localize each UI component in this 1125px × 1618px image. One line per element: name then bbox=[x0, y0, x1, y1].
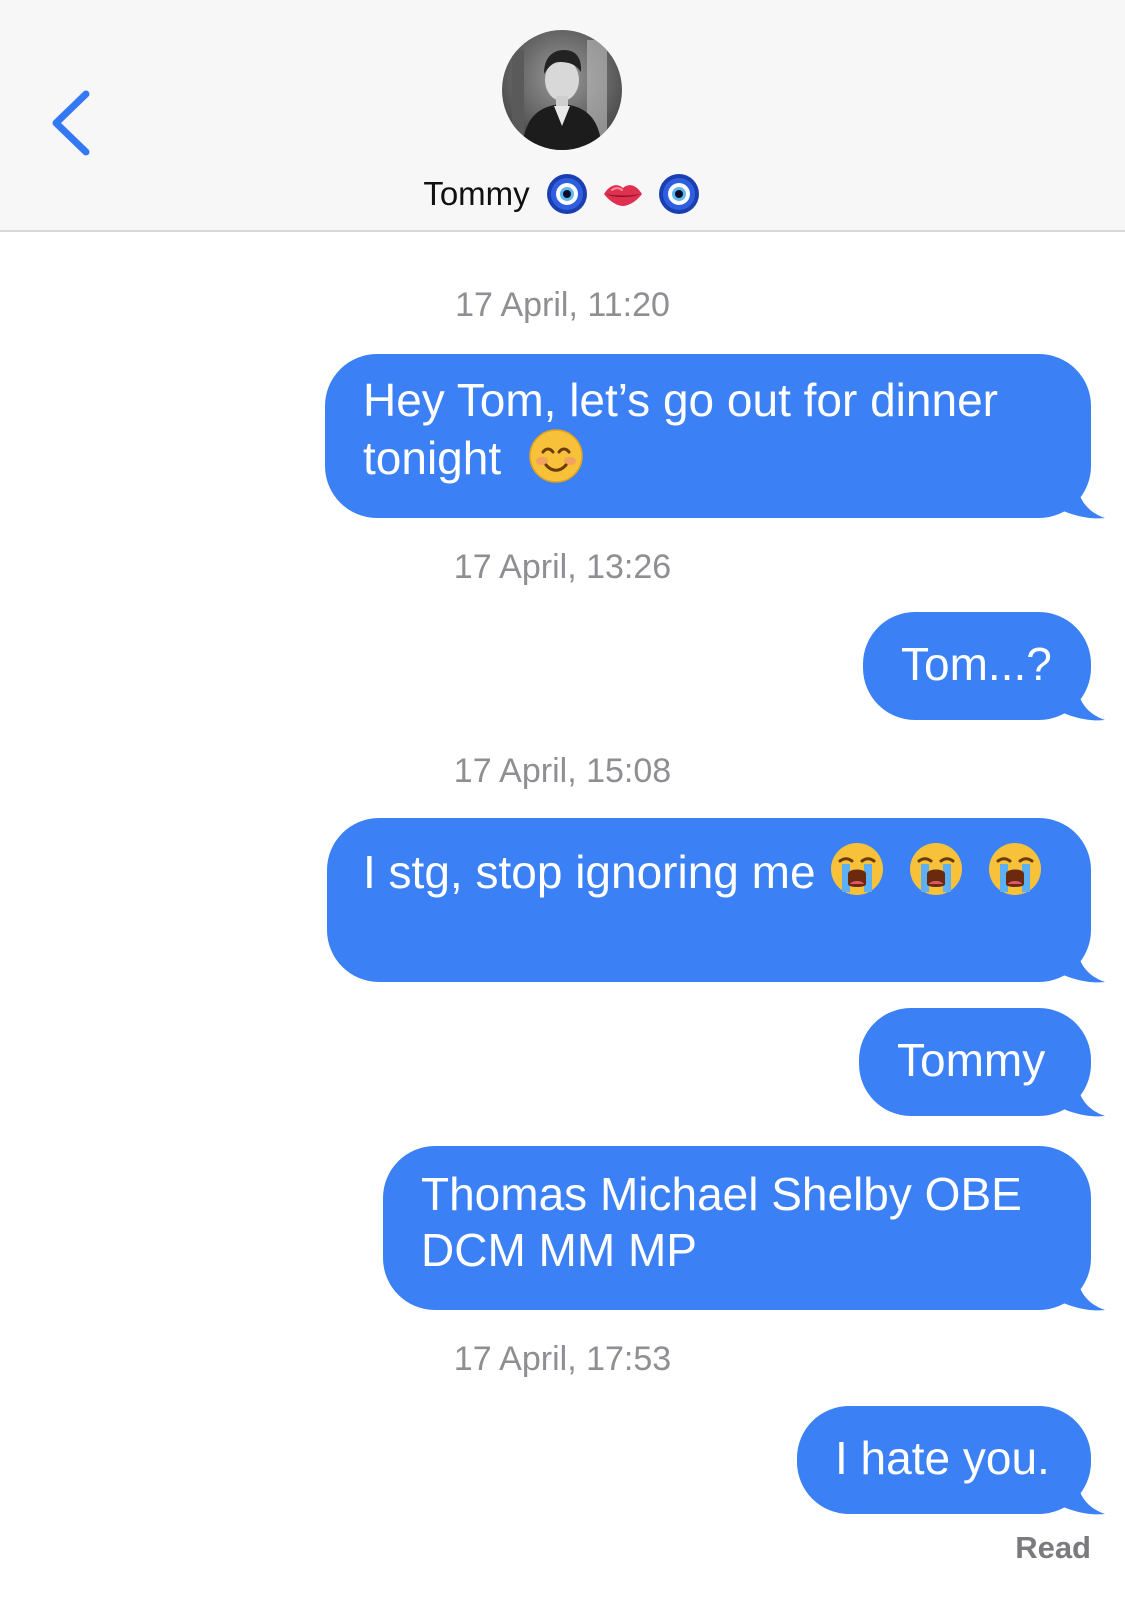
message-text: Thomas Michael Shelby OBE bbox=[421, 1168, 1022, 1220]
message-bubble-outgoing[interactable]: Tommy bbox=[859, 1008, 1105, 1117]
avatar[interactable] bbox=[502, 30, 622, 150]
nazar-amulet-icon bbox=[544, 171, 590, 217]
message-text: Tommy bbox=[897, 1034, 1046, 1086]
message-bubble-body[interactable]: Tommy bbox=[859, 1008, 1105, 1117]
message-bubble-outgoing[interactable]: Thomas Michael Shelby OBE DCM MM MP bbox=[383, 1146, 1105, 1311]
loudly-crying-face-icon bbox=[828, 843, 899, 898]
message-bubble-outgoing[interactable]: Tom...? bbox=[863, 612, 1105, 721]
bubble-tail bbox=[1057, 1476, 1105, 1516]
timestamp: 17 April, 13:26 bbox=[453, 548, 672, 586]
loudly-crying-face-icon bbox=[899, 843, 978, 898]
message-bubble-body[interactable]: I hate you. bbox=[797, 1406, 1105, 1515]
message-bubble-body[interactable]: Thomas Michael Shelby OBE DCM MM MP bbox=[383, 1146, 1105, 1311]
nazar-amulet-icon bbox=[656, 171, 702, 217]
contact-name-row[interactable]: Tommy bbox=[0, 168, 1125, 220]
bubble-tail bbox=[1057, 944, 1105, 984]
contact-name[interactable]: Tommy bbox=[423, 175, 529, 213]
bubble-tail bbox=[1057, 1078, 1105, 1118]
message-bubble-outgoing[interactable]: Hey Tom, let’s go out for dinner tonight bbox=[325, 354, 1105, 519]
message-text: DCM MM MP bbox=[421, 1224, 697, 1276]
message-bubble-body[interactable]: Hey Tom, let’s go out for dinner tonight bbox=[325, 354, 1105, 519]
message-text: I hate you. bbox=[835, 1432, 1050, 1484]
message-bubble-outgoing[interactable]: I hate you. bbox=[797, 1406, 1105, 1515]
message-bubble-body[interactable]: Tom...? bbox=[863, 612, 1105, 721]
read-receipt: Read bbox=[1015, 1530, 1091, 1565]
smiling-face-icon bbox=[514, 429, 584, 484]
conversation-header: Tommy bbox=[0, 0, 1125, 232]
message-bubble-outgoing[interactable]: I stg, stop ignoring me bbox=[327, 818, 1105, 983]
bubble-tail bbox=[1057, 1272, 1105, 1312]
timestamp: 17 April, 15:08 bbox=[453, 752, 672, 790]
bubble-tail bbox=[1057, 480, 1105, 520]
timestamp: 17 April, 17:53 bbox=[453, 1340, 672, 1378]
bubble-tail bbox=[1057, 682, 1105, 722]
message-text: tonight bbox=[363, 432, 502, 484]
message-text: I stg, stop ignoring me bbox=[363, 846, 816, 898]
lips-icon bbox=[600, 171, 646, 217]
message-text: Hey Tom, let’s go out for dinner bbox=[363, 374, 998, 426]
message-bubble-body[interactable]: I stg, stop ignoring me bbox=[327, 818, 1105, 983]
timestamp: 17 April, 11:20 bbox=[455, 286, 670, 324]
loudly-crying-face-icon bbox=[978, 843, 1044, 898]
back-chevron-icon[interactable] bbox=[46, 88, 96, 158]
message-text: Tom...? bbox=[901, 638, 1052, 690]
